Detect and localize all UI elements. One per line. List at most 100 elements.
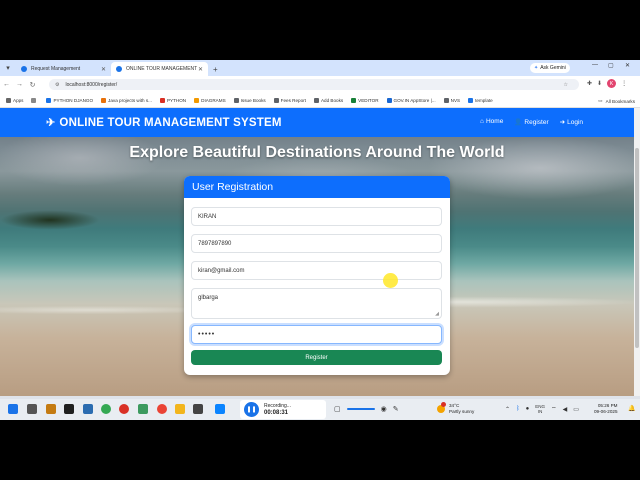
- bookmark-label: Apps: [13, 97, 24, 103]
- bookmarks-bar: Apps PYTHON DJANGO Java projects with s.…: [0, 93, 640, 108]
- system-clock[interactable]: 05:26 PM 09-06-2025: [594, 403, 618, 415]
- register-button[interactable]: Register: [191, 350, 442, 365]
- address-bar[interactable]: ⚙ localhost:8000/register/ ☆: [49, 79, 579, 90]
- site-icon: [468, 97, 474, 103]
- new-tab-button[interactable]: +: [213, 62, 218, 76]
- bookmark-diagrams[interactable]: DIAGRAMS: [194, 97, 226, 103]
- bookmark-label: NVS: [450, 97, 461, 103]
- app-icon[interactable]: [138, 404, 148, 414]
- site-info-icon[interactable]: ⚙: [55, 82, 59, 88]
- bookmark-java-projects[interactable]: Java projects with s...: [101, 97, 152, 103]
- bluetooth-icon[interactable]: ᛒ: [516, 406, 520, 412]
- url-text: localhost:8000/register/: [65, 81, 118, 88]
- downloads-icon[interactable]: ⬇: [597, 80, 602, 87]
- tab-close-icon[interactable]: ✕: [198, 66, 203, 73]
- bookmark-add-books[interactable]: Add Books: [313, 97, 343, 103]
- globe-icon: [443, 97, 449, 103]
- nav-login[interactable]: ➜ Login: [560, 118, 583, 126]
- forward-icon[interactable]: →: [13, 81, 26, 88]
- maximize-icon[interactable]: ▢: [608, 62, 614, 69]
- phone-input[interactable]: 7897897890: [191, 234, 442, 253]
- pen-icon[interactable]: ✎: [393, 405, 399, 413]
- bookmark-label: VEDITOR: [358, 97, 379, 103]
- file-explorer-icon[interactable]: [175, 404, 185, 414]
- bookmark-apps[interactable]: Apps: [6, 97, 24, 103]
- webcam-icon[interactable]: ◉: [381, 405, 387, 413]
- web-page: ✈ ONLINE TOUR MANAGEMENT SYSTEM ⌂ Home 👤 R…: [0, 108, 634, 396]
- chrome-icon[interactable]: [101, 404, 111, 414]
- bookmark-label: PYTHON: [166, 97, 187, 103]
- bookmark-nvs[interactable]: NVS: [443, 97, 461, 103]
- bookmark-gov-appstore[interactable]: GOV.IN AppStore |...: [386, 97, 436, 103]
- app-icon[interactable]: [193, 404, 203, 414]
- bookmark-issue-books[interactable]: Issue Books: [233, 97, 266, 103]
- site-navbar: ✈ ONLINE TOUR MANAGEMENT SYSTEM ⌂ Home 👤 R…: [0, 108, 634, 137]
- reload-icon[interactable]: ↻: [26, 81, 39, 89]
- bookmark-star-icon[interactable]: ☆: [564, 82, 571, 88]
- name-input[interactable]: KIRAN: [191, 207, 442, 226]
- extensions-icon[interactable]: ✚: [587, 80, 592, 87]
- plane-icon: ✈: [46, 117, 56, 129]
- bookmark-template[interactable]: template: [468, 97, 493, 103]
- minimize-icon[interactable]: —: [592, 62, 598, 68]
- bookmark-python[interactable]: PYTHON: [159, 97, 187, 103]
- all-bookmarks[interactable]: ▭ All Bookmarks: [598, 98, 635, 104]
- bookmark-label: Fees Report: [280, 97, 306, 103]
- battery-icon[interactable]: ▭: [573, 406, 579, 413]
- app-icon[interactable]: [215, 404, 225, 414]
- profile-avatar[interactable]: K: [607, 79, 617, 88]
- start-icon[interactable]: [8, 404, 18, 414]
- scrollbar-thumb[interactable]: [635, 148, 639, 348]
- ask-gemini-button[interactable]: ✦ Ask Gemini: [530, 63, 570, 73]
- bookmark-fees-report[interactable]: Fees Report: [273, 97, 306, 103]
- bookmark-python-django[interactable]: PYTHON DJANGO: [46, 97, 93, 103]
- site-nav-links: ⌂ Home 👤 Register ➜ Login: [480, 118, 583, 126]
- close-window-icon[interactable]: ✕: [625, 62, 630, 69]
- opera-icon[interactable]: [119, 404, 129, 414]
- password-input[interactable]: •••••: [191, 325, 442, 344]
- address-textarea[interactable]: glbarga ◢: [191, 288, 442, 319]
- volume-slider[interactable]: [346, 408, 375, 410]
- wifi-icon[interactable]: ⌔: [551, 405, 557, 413]
- name-value: KIRAN: [198, 213, 217, 220]
- terminal-icon[interactable]: [64, 404, 74, 414]
- screen: ▾ Request Management ✕ ONLINE TOUR MANAG…: [0, 60, 640, 420]
- folder-icon: ▭: [598, 98, 603, 103]
- security-icon[interactable]: ●: [526, 406, 530, 412]
- volume-icon[interactable]: ◀: [563, 406, 568, 413]
- browser-icon[interactable]: [157, 404, 167, 414]
- menu-dots-icon[interactable]: ⋮: [621, 80, 627, 87]
- bookmark-grid[interactable]: [31, 97, 38, 103]
- tab-online-tour-management[interactable]: ONLINE TOUR MANAGEMENT ✕: [111, 62, 208, 76]
- lang-bottom: IN: [537, 409, 543, 414]
- chevron-up-icon[interactable]: ⌃: [505, 406, 510, 413]
- nav-home[interactable]: ⌂ Home: [480, 118, 503, 126]
- registration-card-title: User Registration: [184, 176, 450, 198]
- tab-close-icon[interactable]: ✕: [101, 66, 106, 73]
- bookmark-label: Java projects with s...: [108, 97, 152, 103]
- site-brand[interactable]: ✈ ONLINE TOUR MANAGEMENT SYSTEM: [46, 116, 282, 130]
- app-icon[interactable]: [46, 404, 56, 414]
- language-indicator[interactable]: ENG IN: [535, 404, 545, 414]
- stop-icon[interactable]: ▢: [334, 405, 341, 413]
- globe-icon: [313, 97, 319, 103]
- notification-bell-icon[interactable]: 🔔: [628, 405, 635, 412]
- weather-widget[interactable]: 34°C Partly sunny: [437, 402, 474, 415]
- nav-register[interactable]: 👤 Register: [514, 118, 548, 126]
- app-icon[interactable]: [83, 404, 93, 414]
- pause-icon[interactable]: ❚❚: [244, 402, 259, 417]
- resize-grip-icon[interactable]: ◢: [435, 311, 439, 317]
- bookmark-veditor[interactable]: VEDITOR: [351, 97, 379, 103]
- back-icon[interactable]: ←: [0, 81, 13, 88]
- email-input[interactable]: kiran@gmail.com: [191, 261, 442, 280]
- page-scrollbar[interactable]: [634, 108, 640, 396]
- tab-request-management[interactable]: Request Management ✕: [16, 62, 111, 76]
- task-view-icon[interactable]: [27, 404, 37, 414]
- recording-widget[interactable]: ❚❚ Recording... 00:08:31: [240, 400, 326, 419]
- clock-date: 09-06-2025: [594, 409, 618, 414]
- globe-icon: [46, 97, 52, 103]
- tab-search-icon[interactable]: ▾: [0, 60, 16, 76]
- home-icon: ⌂: [480, 118, 484, 125]
- user-plus-icon: 👤: [514, 119, 523, 126]
- site-icon: [386, 97, 392, 103]
